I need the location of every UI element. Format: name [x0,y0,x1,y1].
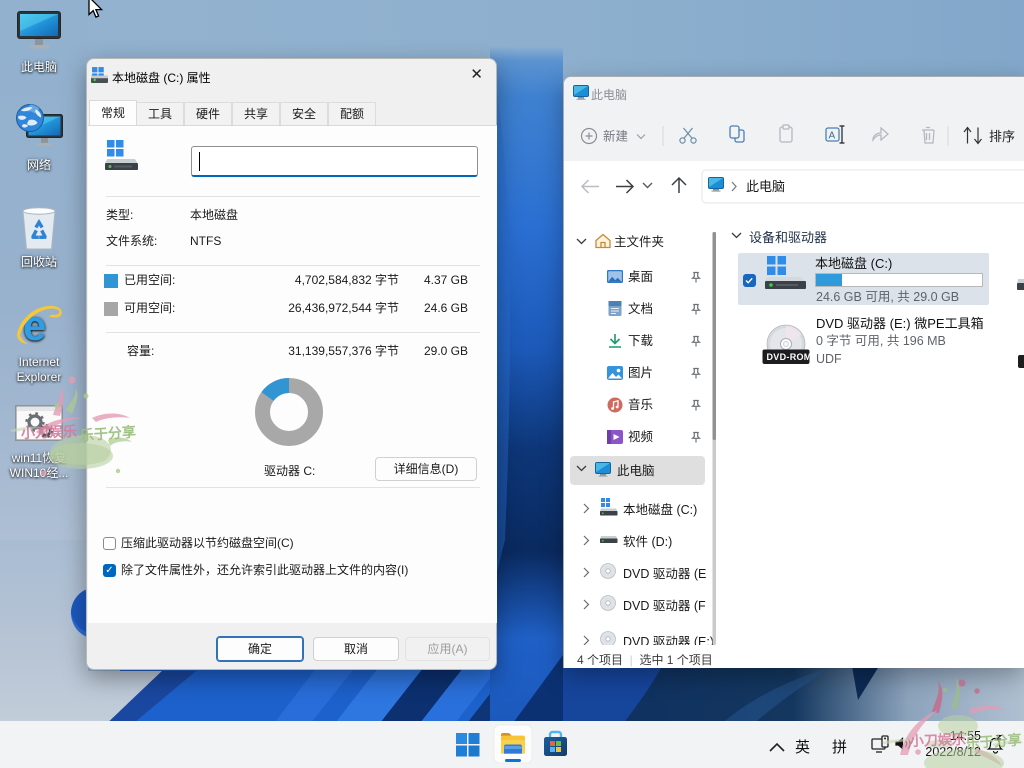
svg-text:文档: 文档 [628,301,653,316]
svg-text:小刀娱乐: 小刀娱乐 [910,731,967,749]
svg-text:A: A [829,131,836,142]
svg-text:乐于分享: 乐于分享 [965,731,1022,751]
svg-text:0 字节 可用, 共 196 MB: 0 字节 可用, 共 196 MB [816,333,946,348]
svg-text:下载: 下载 [628,334,654,348]
svg-text:图片: 图片 [628,366,653,380]
svg-text:主文件夹: 主文件夹 [614,234,664,249]
svg-text:此电脑: 此电脑 [746,179,785,194]
svg-text:设备和驱动器: 设备和驱动器 [749,230,827,245]
svg-text:DVD-ROM: DVD-ROM [767,352,812,362]
svg-text:DVD 驱动器 (E:): DVD 驱动器 (E:) [623,635,714,645]
svg-text:24.6 GB 可用, 共 29.0 GB: 24.6 GB 可用, 共 29.0 GB [816,290,959,304]
svg-text:排序: 排序 [989,129,1015,144]
svg-text:DVD 驱动器 (F: DVD 驱动器 (F [623,599,706,613]
svg-text:DVD 驱动器 (E: DVD 驱动器 (E [623,567,706,581]
svg-text:本地磁盘 (C:): 本地磁盘 (C:) [623,502,697,517]
svg-text:音乐: 音乐 [628,397,653,412]
svg-text:小刀娱乐: 小刀娱乐 [21,423,78,441]
svg-text:DVD 驱动器 (E:) 微PE工具箱: DVD 驱动器 (E:) 微PE工具箱 [816,316,984,331]
svg-text:视频: 视频 [628,429,654,444]
svg-text:本地磁盘 (C:): 本地磁盘 (C:) [815,256,892,271]
svg-text:桌面: 桌面 [628,270,653,284]
svg-text:软件 (D:): 软件 (D:) [623,535,672,549]
svg-text:此电脑: 此电脑 [617,464,655,478]
svg-text:拼: 拼 [832,739,847,756]
svg-text:UDF: UDF [816,352,842,366]
svg-text:英: 英 [795,738,810,756]
svg-text:新建: 新建 [603,129,629,144]
